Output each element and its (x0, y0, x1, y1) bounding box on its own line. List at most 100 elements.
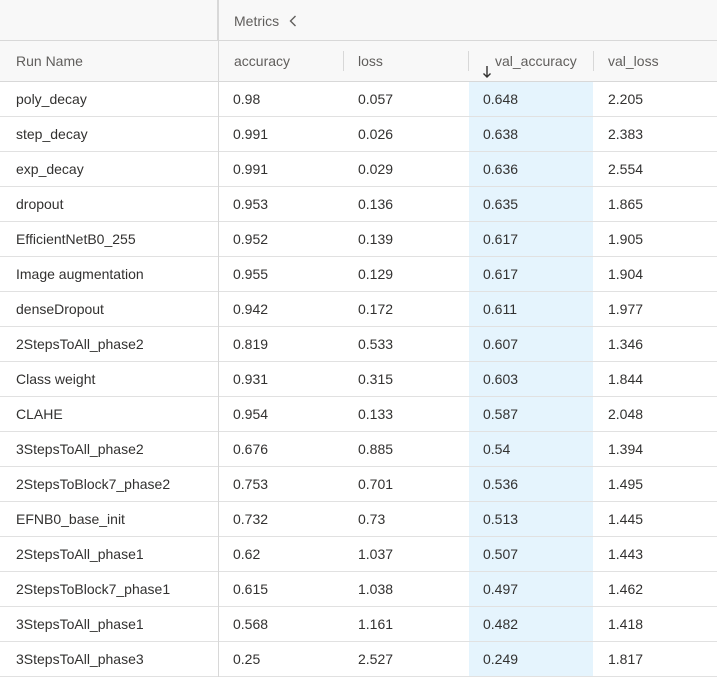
table-row[interactable]: CLAHE 0.954 0.133 0.587 2.048 (0, 397, 717, 432)
accuracy-cell: 0.953 (233, 196, 269, 212)
val-accuracy-cell: 0.607 (483, 336, 519, 352)
table-row[interactable]: 3StepsToAll_phase3 0.25 2.527 0.249 1.817 (0, 642, 717, 677)
table-row[interactable]: 2StepsToAll_phase1 0.62 1.037 0.507 1.443 (0, 537, 717, 572)
val-loss-cell: 1.977 (608, 301, 644, 317)
run-name-cell[interactable]: Class weight (16, 362, 95, 396)
table-row[interactable]: 3StepsToAll_phase2 0.676 0.885 0.54 1.394 (0, 432, 717, 467)
accuracy-cell: 0.753 (233, 476, 269, 492)
loss-cell: 1.038 (358, 581, 394, 597)
accuracy-cell: 0.931 (233, 371, 269, 387)
val-loss-cell: 1.445 (608, 511, 644, 527)
column-header-val-loss[interactable]: val_loss (608, 41, 659, 81)
column-header-row: Run Name accuracy loss val_accuracy val_… (0, 41, 717, 82)
table-row[interactable]: 2StepsToBlock7_phase1 0.615 1.038 0.497 1.46… (0, 572, 717, 607)
table-row[interactable]: 2StepsToBlock7_phase2 0.753 0.701 0.536 1.49… (0, 467, 717, 502)
val-loss-cell: 1.817 (608, 651, 644, 667)
run-name-cell[interactable]: 2StepsToBlock7_phase2 (16, 467, 170, 501)
val-loss-cell: 1.865 (608, 196, 644, 212)
loss-cell: 0.172 (358, 301, 394, 317)
run-name-cell[interactable]: poly_decay (16, 82, 87, 116)
table-row[interactable]: 2StepsToAll_phase2 0.819 0.533 0.607 1.346 (0, 327, 717, 362)
chevron-left-icon[interactable] (289, 14, 299, 28)
loss-cell: 0.885 (358, 441, 394, 457)
val-accuracy-cell: 0.617 (483, 266, 519, 282)
val-accuracy-cell: 0.648 (483, 91, 519, 107)
loss-cell: 0.057 (358, 91, 394, 107)
val-loss-cell: 2.048 (608, 406, 644, 422)
loss-cell: 0.73 (358, 511, 386, 527)
column-resize-handle[interactable] (343, 51, 344, 71)
run-name-cell[interactable]: 3StepsToAll_phase1 (16, 607, 144, 641)
table-row[interactable]: poly_decay 0.98 0.057 0.648 2.205 (0, 82, 717, 117)
run-name-cell[interactable]: exp_decay (16, 152, 84, 186)
accuracy-cell: 0.676 (233, 441, 269, 457)
column-resize-handle[interactable] (468, 51, 469, 71)
run-name-cell[interactable]: 2StepsToAll_phase2 (16, 327, 144, 361)
accuracy-cell: 0.568 (233, 616, 269, 632)
table-row[interactable]: Image augmentation 0.955 0.129 0.617 1.904 (0, 257, 717, 292)
table-row[interactable]: step_decay 0.991 0.026 0.638 2.383 (0, 117, 717, 152)
run-name-cell[interactable]: 3StepsToAll_phase2 (16, 432, 144, 466)
loss-cell: 0.139 (358, 231, 394, 247)
table-row[interactable]: dropout 0.953 0.136 0.635 1.865 (0, 187, 717, 222)
loss-cell: 0.133 (358, 406, 394, 422)
run-name-cell[interactable]: 2StepsToBlock7_phase1 (16, 572, 170, 606)
loss-cell: 0.026 (358, 126, 394, 142)
loss-cell: 0.129 (358, 266, 394, 282)
metrics-group-label: Metrics (234, 13, 280, 29)
val-accuracy-cell: 0.249 (483, 651, 519, 667)
accuracy-cell: 0.615 (233, 581, 269, 597)
val-loss-cell: 1.346 (608, 336, 644, 352)
loss-cell: 0.315 (358, 371, 394, 387)
table-row[interactable]: denseDropout 0.942 0.172 0.611 1.977 (0, 292, 717, 327)
accuracy-cell: 0.952 (233, 231, 269, 247)
val-accuracy-cell: 0.497 (483, 581, 519, 597)
loss-cell: 1.161 (358, 616, 394, 632)
val-loss-cell: 2.554 (608, 161, 644, 177)
val-accuracy-header-label: val_accuracy (495, 53, 577, 69)
run-name-cell[interactable]: 2StepsToAll_phase1 (16, 537, 144, 571)
val-accuracy-cell: 0.482 (483, 616, 519, 632)
val-accuracy-cell: 0.507 (483, 546, 519, 562)
column-header-loss[interactable]: loss (358, 41, 383, 81)
accuracy-cell: 0.991 (233, 126, 269, 142)
val-loss-cell: 2.205 (608, 91, 644, 107)
run-name-cell[interactable]: Image augmentation (16, 257, 144, 291)
run-name-cell[interactable]: EFNB0_base_init (16, 502, 125, 536)
val-loss-cell: 1.844 (608, 371, 644, 387)
val-loss-cell: 1.495 (608, 476, 644, 492)
column-header-accuracy[interactable]: accuracy (234, 41, 290, 81)
loss-cell: 0.029 (358, 161, 394, 177)
run-name-cell[interactable]: CLAHE (16, 397, 63, 431)
accuracy-cell: 0.991 (233, 161, 269, 177)
table-row[interactable]: EfficientNetB0_255 0.952 0.139 0.617 1.905 (0, 222, 717, 257)
run-name-cell[interactable]: dropout (16, 187, 63, 221)
run-name-cell[interactable]: 3StepsToAll_phase3 (16, 642, 144, 676)
val-accuracy-cell: 0.603 (483, 371, 519, 387)
val-loss-cell: 1.905 (608, 231, 644, 247)
runs-metrics-table: Metrics Run Name accuracy loss val_accur… (0, 0, 717, 677)
val-loss-cell: 2.383 (608, 126, 644, 142)
accuracy-cell: 0.954 (233, 406, 269, 422)
val-loss-cell: 1.394 (608, 441, 644, 457)
column-group-header: Metrics (0, 0, 717, 41)
run-name-cell[interactable]: EfficientNetB0_255 (16, 222, 136, 256)
table-row[interactable]: 3StepsToAll_phase1 0.568 1.161 0.482 1.418 (0, 607, 717, 642)
val-accuracy-cell: 0.513 (483, 511, 519, 527)
loss-cell: 0.533 (358, 336, 394, 352)
run-name-cell[interactable]: denseDropout (16, 292, 104, 326)
column-header-val-accuracy[interactable]: val_accuracy (482, 41, 577, 81)
run-name-cell[interactable]: step_decay (16, 117, 88, 151)
accuracy-cell: 0.25 (233, 651, 261, 667)
table-row[interactable]: Class weight 0.931 0.315 0.603 1.844 (0, 362, 717, 397)
metrics-group: Metrics (234, 12, 299, 30)
val-loss-cell: 1.462 (608, 581, 644, 597)
table-row[interactable]: EFNB0_base_init 0.732 0.73 0.513 1.445 (0, 502, 717, 537)
table-row[interactable]: exp_decay 0.991 0.029 0.636 2.554 (0, 152, 717, 187)
accuracy-cell: 0.98 (233, 91, 261, 107)
column-header-run-name[interactable]: Run Name (16, 41, 83, 81)
accuracy-cell: 0.819 (233, 336, 269, 352)
column-resize-handle[interactable] (593, 51, 594, 71)
val-accuracy-cell: 0.54 (483, 441, 511, 457)
accuracy-cell: 0.955 (233, 266, 269, 282)
